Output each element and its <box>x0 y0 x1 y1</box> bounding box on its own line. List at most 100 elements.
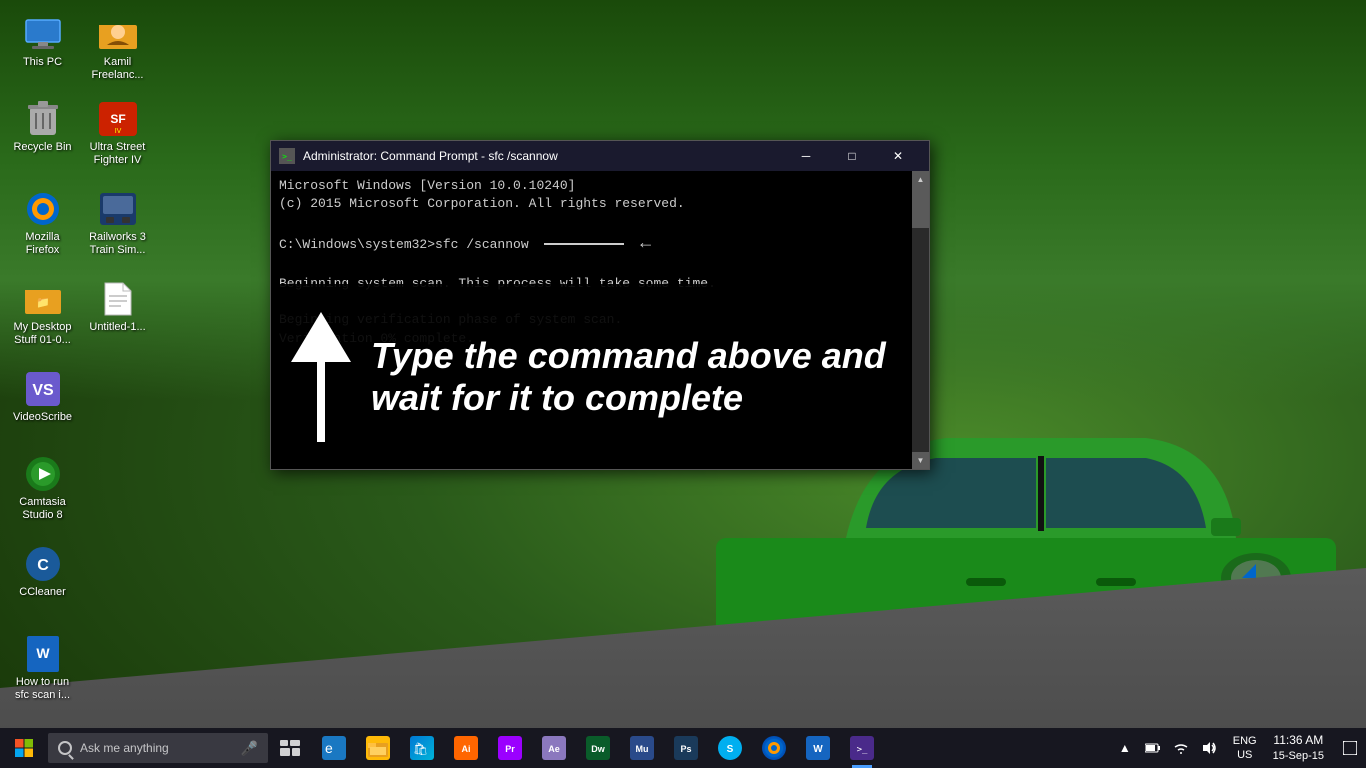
desktop-icon-firefox[interactable]: Mozilla Firefox <box>5 185 80 261</box>
cmd-text-area[interactable]: Microsoft Windows [Version 10.0.10240] (… <box>271 171 912 469</box>
untitled-icon <box>98 279 138 319</box>
cmd-window-icon: >_ <box>279 148 295 164</box>
svg-text:>_: >_ <box>282 152 292 161</box>
taskbar-app-ae[interactable]: Ae <box>532 728 576 768</box>
store-icon: 🛍 <box>410 736 434 760</box>
taskbar-app-cmd[interactable]: >_ <box>840 728 884 768</box>
cmd-window: >_ Administrator: Command Prompt - sfc /… <box>270 140 930 470</box>
taskbar-app-word[interactable]: W <box>796 728 840 768</box>
desktop-icon-howto[interactable]: W How to run sfc scan i... <box>5 630 80 706</box>
cmd-close-button[interactable]: ✕ <box>875 141 921 171</box>
svg-text:W: W <box>813 744 823 755</box>
desktop-icon-recycle[interactable]: Recycle Bin <box>5 95 80 158</box>
firefox-icon <box>23 189 63 229</box>
cmd-line-3 <box>279 213 904 231</box>
camtasia-icon <box>23 454 63 494</box>
cmd-titlebar[interactable]: >_ Administrator: Command Prompt - sfc /… <box>271 141 929 171</box>
chevron-icon: ▲ <box>1119 741 1131 755</box>
svg-text:W: W <box>36 645 50 661</box>
recycle-icon <box>23 99 63 139</box>
desktop-icon-railworks[interactable]: Railworks 3 Train Sim... <box>80 185 155 261</box>
tray-volume-icon[interactable] <box>1195 728 1223 768</box>
ultra-label: Ultra Street Fighter IV <box>84 141 151 167</box>
desktop-icon-videoscribe[interactable]: VS VideoScribe <box>5 365 80 428</box>
system-tray: ▲ <box>1107 728 1366 768</box>
notification-button[interactable] <box>1334 728 1366 768</box>
cmd-window-controls: ─ □ ✕ <box>783 141 921 171</box>
locale-label: US <box>1237 748 1252 762</box>
tray-network-icon[interactable] <box>1167 728 1195 768</box>
cmd-line-4: C:\Windows\system32>sfc /scannow ← <box>279 232 904 257</box>
battery-icon <box>1145 742 1161 754</box>
microphone-icon[interactable]: 🎤 <box>241 740 258 757</box>
search-icon <box>58 741 72 755</box>
cmd-scrollbar[interactable]: ▲ ▼ <box>912 171 929 469</box>
ultra-icon: SF IV <box>98 99 138 139</box>
desktop-icon-thispc[interactable]: This PC <box>5 10 80 73</box>
clock-time: 11:36 AM <box>1273 733 1323 749</box>
edge-icon: e <box>322 736 346 760</box>
desktop-icon-camtasia[interactable]: Camtasia Studio 8 <box>5 450 80 526</box>
scrollbar-up-button[interactable]: ▲ <box>912 171 929 188</box>
illustrator-icon: Ai <box>454 736 478 760</box>
taskbar-app-ai[interactable]: Ai <box>444 728 488 768</box>
svg-text:C: C <box>37 557 49 574</box>
task-view-icon <box>280 740 300 756</box>
aftereffects-icon: Ae <box>542 736 566 760</box>
scrollbar-track <box>912 188 929 452</box>
tray-battery-icon[interactable] <box>1139 728 1167 768</box>
word-icon: W <box>806 736 830 760</box>
desktop-icon-ultra[interactable]: SF IV Ultra Street Fighter IV <box>80 95 155 171</box>
skype-icon: S <box>718 736 742 760</box>
svg-text:Ps: Ps <box>680 744 691 754</box>
language-area[interactable]: ENG US <box>1227 728 1263 768</box>
taskbar-app-firefox[interactable] <box>752 728 796 768</box>
cmd-overlay: Type the command above and wait for it t… <box>271 284 912 469</box>
search-bar[interactable]: Ask me anything 🎤 <box>48 733 268 763</box>
scrollbar-thumb[interactable] <box>912 188 929 228</box>
taskbar-app-premiere[interactable]: Pr <box>488 728 532 768</box>
railworks-icon <box>98 189 138 229</box>
tray-chevron-button[interactable]: ▲ <box>1111 728 1139 768</box>
cmd-line-5 <box>279 257 904 275</box>
taskbar-app-explorer[interactable] <box>356 728 400 768</box>
cmd-minimize-button[interactable]: ─ <box>783 141 829 171</box>
cmd-titlebar-left: >_ Administrator: Command Prompt - sfc /… <box>279 148 558 164</box>
taskbar-app-ps[interactable]: Ps <box>664 728 708 768</box>
photoshop-icon: Ps <box>674 736 698 760</box>
desktop-icon-ccleaner[interactable]: C CCleaner <box>5 540 80 603</box>
clock-area[interactable]: 11:36 AM 15-Sep-15 <box>1263 728 1334 768</box>
arrow-shaft <box>317 362 325 442</box>
overlay-arrow <box>291 312 351 442</box>
cmd-taskbar-icon: >_ <box>850 736 874 760</box>
desktop-icon-mydesktop[interactable]: 📁 My Desktop Stuff 01-0... <box>5 275 80 351</box>
svg-text:Pr: Pr <box>505 744 515 754</box>
network-icon <box>1173 741 1189 755</box>
taskbar-app-dw[interactable]: Dw <box>576 728 620 768</box>
arrow-head <box>291 312 351 362</box>
firefox-taskbar-icon <box>762 736 786 760</box>
start-button[interactable] <box>0 728 48 768</box>
ccleaner-label: CCleaner <box>19 586 65 599</box>
language-label: ENG <box>1233 734 1257 748</box>
taskbar-app-mu[interactable]: Mu <box>620 728 664 768</box>
desktop-icon-untitled[interactable]: Untitled-1... <box>80 275 155 338</box>
premiere-icon: Pr <box>498 736 522 760</box>
videoscribe-label: VideoScribe <box>13 411 72 424</box>
scrollbar-down-button[interactable]: ▼ <box>912 452 929 469</box>
taskbar-app-skype[interactable]: S <box>708 728 752 768</box>
explorer-icon <box>366 736 390 760</box>
overlay-text: Type the command above and wait for it t… <box>371 335 892 418</box>
firefox-label: Mozilla Firefox <box>9 231 76 257</box>
railworks-label: Railworks 3 Train Sim... <box>84 231 151 257</box>
cmd-maximize-button[interactable]: □ <box>829 141 875 171</box>
thispc-icon <box>23 14 63 54</box>
taskbar-app-store[interactable]: 🛍 <box>400 728 444 768</box>
clock-date: 15-Sep-15 <box>1273 749 1324 763</box>
taskbar-app-edge[interactable]: e <box>312 728 356 768</box>
desktop-icon-kamil[interactable]: Kamil Freelanc... <box>80 10 155 86</box>
thispc-label: This PC <box>23 56 62 69</box>
kamil-label: Kamil Freelanc... <box>84 56 151 82</box>
task-view-button[interactable] <box>268 728 312 768</box>
ccleaner-icon: C <box>23 544 63 584</box>
